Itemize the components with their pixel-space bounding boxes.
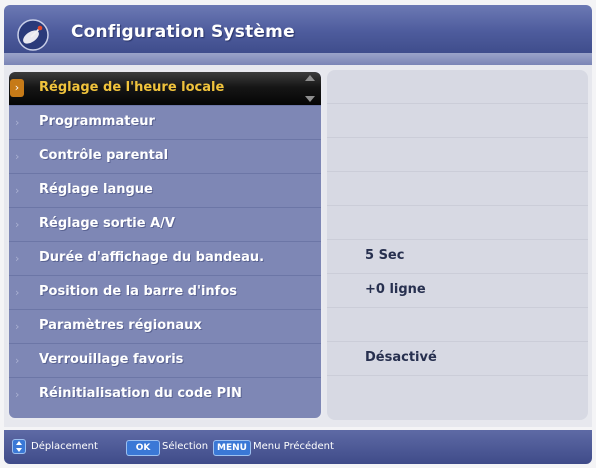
selection-marker-icon: › <box>10 79 24 97</box>
page-title: Configuration Système <box>71 22 295 42</box>
menu-item-programmateur[interactable]: › Programmateur <box>9 106 321 140</box>
value-text: Désactivé <box>365 350 437 365</box>
chevron-right-icon: › <box>15 116 20 129</box>
menu-item-reglage-langue[interactable]: › Réglage langue <box>9 174 321 208</box>
value-row <box>327 70 588 104</box>
menu-item-parametres-regionaux[interactable]: › Paramètres régionaux <box>9 310 321 344</box>
menu-item-label: Réinitialisation du code PIN <box>39 386 242 401</box>
menu-item-position-barre[interactable]: › Position de la barre d'infos <box>9 276 321 310</box>
help-menu-label: Menu Précédent <box>253 441 334 452</box>
chevron-right-icon: › <box>15 320 20 333</box>
value-row <box>327 104 588 138</box>
chevron-right-icon: › <box>15 354 20 367</box>
scroll-up-icon[interactable] <box>305 75 315 81</box>
menu-item-label: Verrouillage favoris <box>39 352 184 367</box>
menu-item-verrouillage-favoris[interactable]: › Verrouillage favoris <box>9 344 321 378</box>
up-down-arrows-icon <box>12 439 26 454</box>
settings-menu: › Réglage de l'heure locale › Programmat… <box>7 70 323 420</box>
menu-item-label: Contrôle parental <box>39 148 169 163</box>
chevron-right-icon: › <box>15 388 20 401</box>
menu-item-label: Réglage langue <box>39 182 153 197</box>
menu-item-label: Programmateur <box>39 114 155 129</box>
value-row-position-barre[interactable]: +0 ligne <box>327 274 588 308</box>
value-row-verrouillage-favoris[interactable]: Désactivé <box>327 342 588 376</box>
header-divider <box>4 53 592 65</box>
value-row-duree-bandeau[interactable]: 5 Sec <box>327 240 588 274</box>
menu-item-label: Réglage sortie A/V <box>39 216 175 231</box>
value-row <box>327 308 588 342</box>
chevron-right-icon: › <box>15 252 20 265</box>
settings-values-panel: 5 Sec +0 ligne Désactivé <box>327 70 588 420</box>
system-config-screen: Configuration Système › Réglage de l'heu… <box>0 0 596 468</box>
header-bar: Configuration Système <box>4 5 592 53</box>
ok-key-icon: OK <box>126 440 160 456</box>
menu-item-label: Durée d'affichage du bandeau. <box>39 250 265 265</box>
chevron-right-icon: › <box>15 286 20 299</box>
menu-item-reinit-pin[interactable]: › Réinitialisation du code PIN <box>9 378 321 412</box>
help-ok-label: Sélection <box>162 441 209 452</box>
help-bar: Déplacement OK Sélection MENU Menu Précé… <box>4 430 592 464</box>
value-row <box>327 138 588 172</box>
menu-key-icon: MENU <box>213 440 251 456</box>
menu-item-label: Réglage de l'heure locale <box>39 80 225 95</box>
value-text: +0 ligne <box>365 282 426 297</box>
chevron-right-icon: › <box>15 184 20 197</box>
satellite-dish-icon <box>17 19 49 51</box>
value-row <box>327 376 588 410</box>
value-row <box>327 172 588 206</box>
menu-item-duree-bandeau[interactable]: › Durée d'affichage du bandeau. <box>9 242 321 276</box>
menu-item-controle-parental[interactable]: › Contrôle parental <box>9 140 321 174</box>
value-text: 5 Sec <box>365 248 405 263</box>
help-nav-label: Déplacement <box>31 441 98 452</box>
value-row <box>327 206 588 240</box>
chevron-right-icon: › <box>15 218 20 231</box>
menu-item-label: Position de la barre d'infos <box>39 284 238 299</box>
scroll-down-icon[interactable] <box>305 96 315 102</box>
menu-item-sortie-av[interactable]: › Réglage sortie A/V <box>9 208 321 242</box>
menu-item-heure-locale[interactable]: › Réglage de l'heure locale <box>9 72 321 106</box>
chevron-right-icon: › <box>15 150 20 163</box>
menu-item-label: Paramètres régionaux <box>39 318 202 333</box>
